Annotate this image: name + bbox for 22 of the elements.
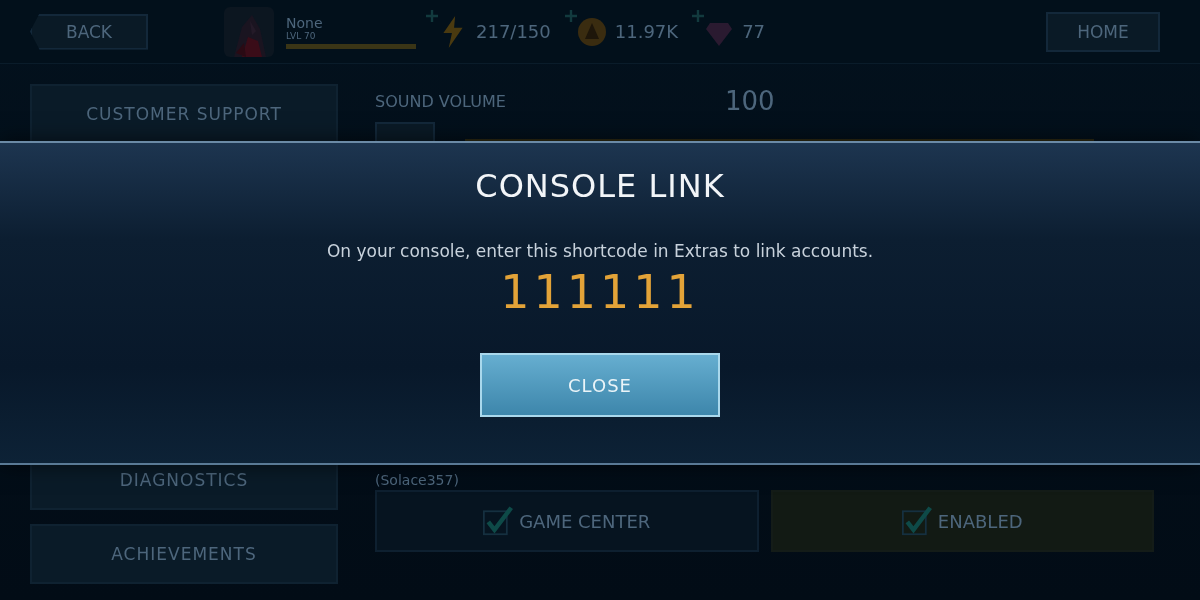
toggle-button[interactable]: GAME CENTER xyxy=(375,490,759,552)
setting-label: SOUND VOLUME xyxy=(375,91,507,111)
dialog-message: On your console, enter this shortcode in Extras to link accounts. xyxy=(326,241,874,261)
player-name: None xyxy=(286,14,324,31)
currency-amount: 11.97K xyxy=(614,21,679,42)
back-button[interactable]: BACK xyxy=(30,13,148,50)
toggle-button[interactable]: ENABLED xyxy=(770,490,1154,552)
plus-icon[interactable] xyxy=(426,9,438,22)
shortcode: 111111 xyxy=(500,265,700,319)
menu-button[interactable]: ACHIEVEMENTS xyxy=(30,524,338,584)
account-name: (Solace357) xyxy=(375,472,460,488)
plus-icon[interactable] xyxy=(564,9,577,22)
currency-amount: 217/150 xyxy=(476,21,551,42)
volume-value: 100 xyxy=(725,86,775,116)
home-button[interactable]: HOME xyxy=(1046,11,1160,52)
plus-icon[interactable] xyxy=(692,9,705,22)
player-level: LVL 70 xyxy=(286,30,317,41)
menu-button[interactable]: CUSTOMER SUPPORT xyxy=(30,84,338,144)
currency-amount: 77 xyxy=(742,21,766,42)
coin-icon xyxy=(576,15,607,48)
close-button[interactable]: CLOSE xyxy=(480,353,720,417)
dialog-title: CONSOLE LINK xyxy=(475,167,725,205)
